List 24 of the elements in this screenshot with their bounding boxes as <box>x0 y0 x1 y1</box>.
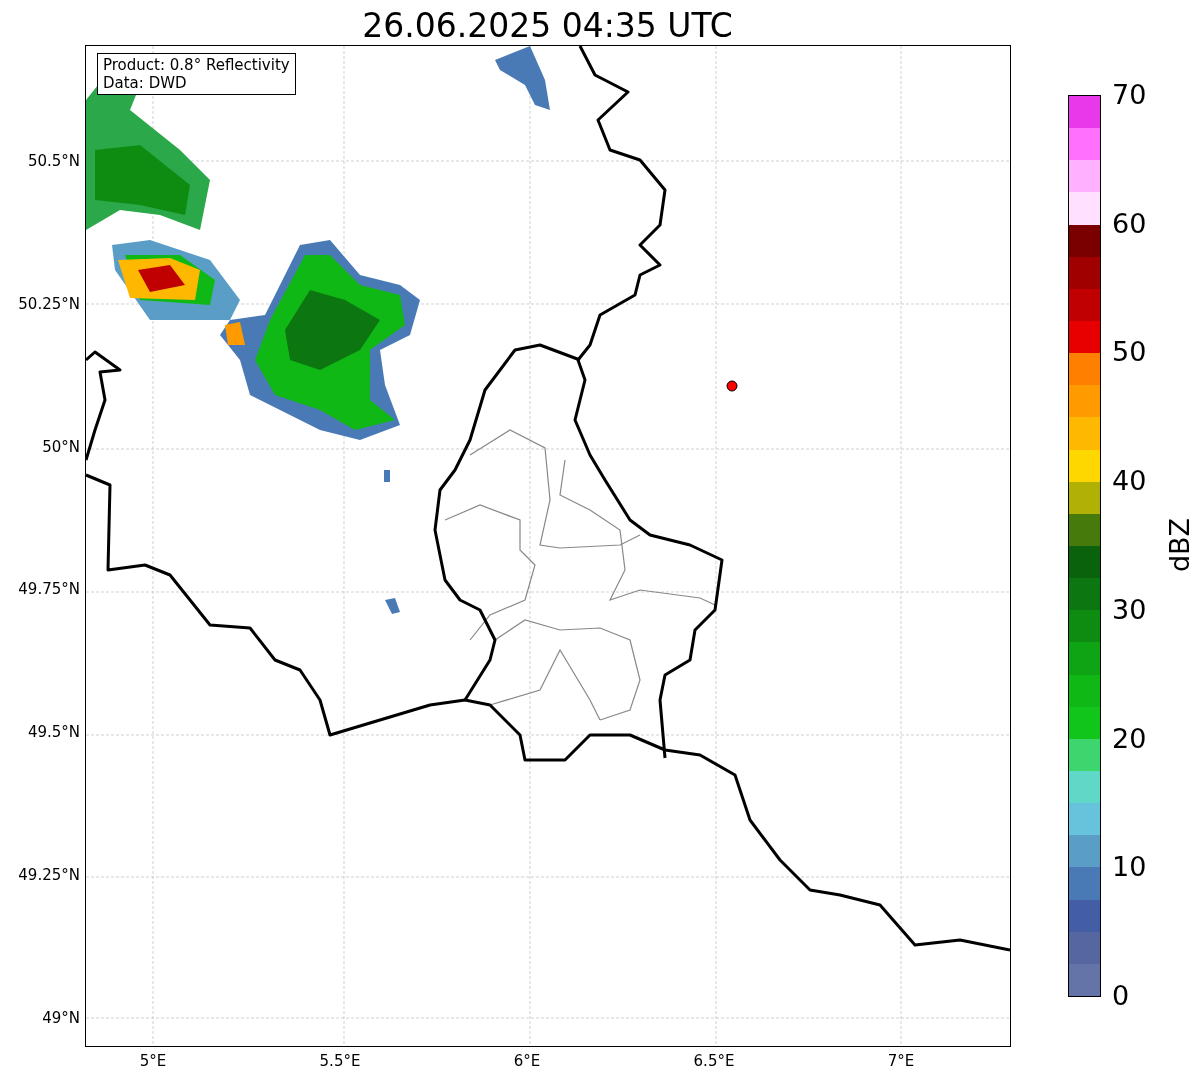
y-tick-label: 49.5°N <box>27 723 80 742</box>
colorbar-tick-label: 30 <box>1112 593 1147 626</box>
x-tick-label: 7°E <box>886 1052 916 1070</box>
y-tick-label: 49.75°N <box>18 580 80 599</box>
colorbar-tick-label: 0 <box>1112 980 1130 1012</box>
y-tick-label: 50°N <box>42 437 80 456</box>
y-tick-label: 50.5°N <box>27 152 80 170</box>
colorbar-tick-label: 20 <box>1112 722 1147 755</box>
colorbar-label: dBZ <box>1163 516 1196 575</box>
colorbar-tick-label: 10 <box>1112 851 1147 884</box>
x-tick-label: 5°E <box>138 1052 168 1070</box>
x-tick-label: 5.5°E <box>318 1052 362 1070</box>
x-tick-label: 6°E <box>512 1052 542 1070</box>
y-tick-label: 49.25°N <box>18 866 80 884</box>
y-tick-label: 50.25°N <box>18 294 80 313</box>
colorbar-tick-label: 50 <box>1112 336 1147 369</box>
info-text: Product: 0.8° Reflectivity <box>103 56 290 74</box>
colorbar-tick-label: 40 <box>1112 465 1147 498</box>
colorbar-tick-label: 70 <box>1112 79 1147 111</box>
y-tick-label: 49°N <box>42 1008 80 1027</box>
info-text: Data: DWD <box>103 74 188 92</box>
colorbar-tick-label: 60 <box>1112 207 1147 240</box>
chart-title: 26.06.2025 04:35 UTC <box>361 5 734 47</box>
x-tick-label: 6.5°E <box>692 1052 736 1070</box>
